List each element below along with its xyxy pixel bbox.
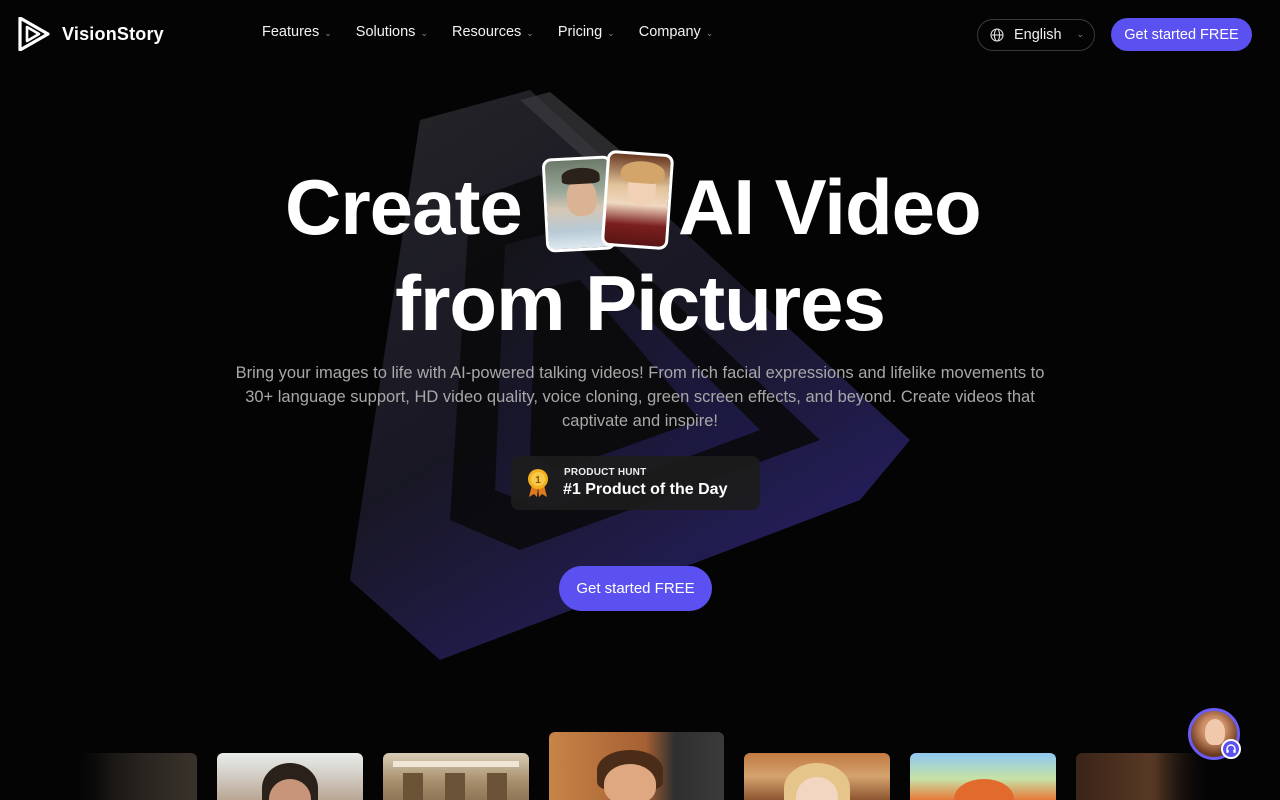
menu-item-pricing[interactable]: Pricing ⌄: [558, 24, 615, 40]
brand-logo-link[interactable]: VisionStory: [18, 17, 164, 51]
example-video-thumbnail[interactable]: [70, 753, 197, 800]
example-video-thumbnail[interactable]: [383, 753, 529, 800]
chevron-down-icon: ⌄: [705, 27, 714, 38]
example-video-thumbnail-active[interactable]: [549, 732, 724, 800]
hero-title-line-2: from Pictures: [395, 259, 886, 347]
headset-icon: [1221, 739, 1241, 759]
main-menu: Features ⌄ Solutions ⌄ Resources ⌄ Prici…: [262, 24, 737, 40]
chevron-down-icon: ⌄: [607, 27, 615, 38]
example-video-thumbnail[interactable]: [217, 753, 363, 800]
chevron-down-icon: ⌄: [324, 27, 332, 38]
badge-small-label: PRODUCT HUNT: [564, 467, 647, 478]
play-triangle-logo-icon: [18, 17, 50, 51]
chevron-down-icon: ⌄: [420, 27, 428, 38]
example-video-thumbnail[interactable]: [910, 753, 1056, 800]
menu-item-label: Features: [262, 24, 320, 40]
language-selector[interactable]: English ⌄: [977, 19, 1095, 51]
sample-portrait-woman: [600, 149, 675, 251]
brand-name: VisionStory: [62, 23, 164, 44]
menu-item-label: Company: [638, 24, 701, 40]
hero-title-word-create: Create: [285, 163, 523, 251]
menu-item-label: Resources: [451, 24, 522, 40]
badge-title: #1 Product of the Day: [563, 481, 728, 498]
chevron-down-icon: ⌄: [526, 27, 534, 38]
menu-item-company[interactable]: Company ⌄: [639, 24, 714, 40]
hero-title-word-ai-video: AI Video: [678, 163, 982, 251]
get-started-nav-button[interactable]: Get started FREE: [1111, 18, 1252, 51]
chevron-down-icon: ⌄: [1076, 29, 1084, 39]
get-started-hero-button[interactable]: Get started FREE: [559, 566, 712, 611]
example-video-thumbnail[interactable]: [744, 753, 890, 800]
page: VisionStory Features ⌄ Solutions ⌄ Resou…: [0, 0, 1280, 800]
support-chat-button[interactable]: [1188, 708, 1241, 760]
menu-item-solutions[interactable]: Solutions ⌄: [356, 24, 428, 40]
product-hunt-badge[interactable]: 1 PRODUCT HUNT #1 Product of the Day: [511, 456, 760, 510]
gold-medal-icon: 1: [528, 469, 548, 497]
menu-item-resources[interactable]: Resources ⌄: [452, 24, 534, 40]
menu-item-label: Pricing: [557, 24, 603, 40]
globe-icon: [990, 28, 1004, 42]
medal-number: 1: [535, 475, 541, 486]
top-navigation: VisionStory Features ⌄ Solutions ⌄ Resou…: [0, 0, 1280, 70]
menu-item-features[interactable]: Features ⌄: [262, 24, 332, 40]
menu-item-label: Solutions: [355, 24, 416, 40]
language-label: English: [1014, 27, 1062, 43]
example-video-thumbnail[interactable]: [1076, 753, 1210, 800]
hero-subtitle: Bring your images to life with AI-powere…: [235, 364, 1045, 430]
